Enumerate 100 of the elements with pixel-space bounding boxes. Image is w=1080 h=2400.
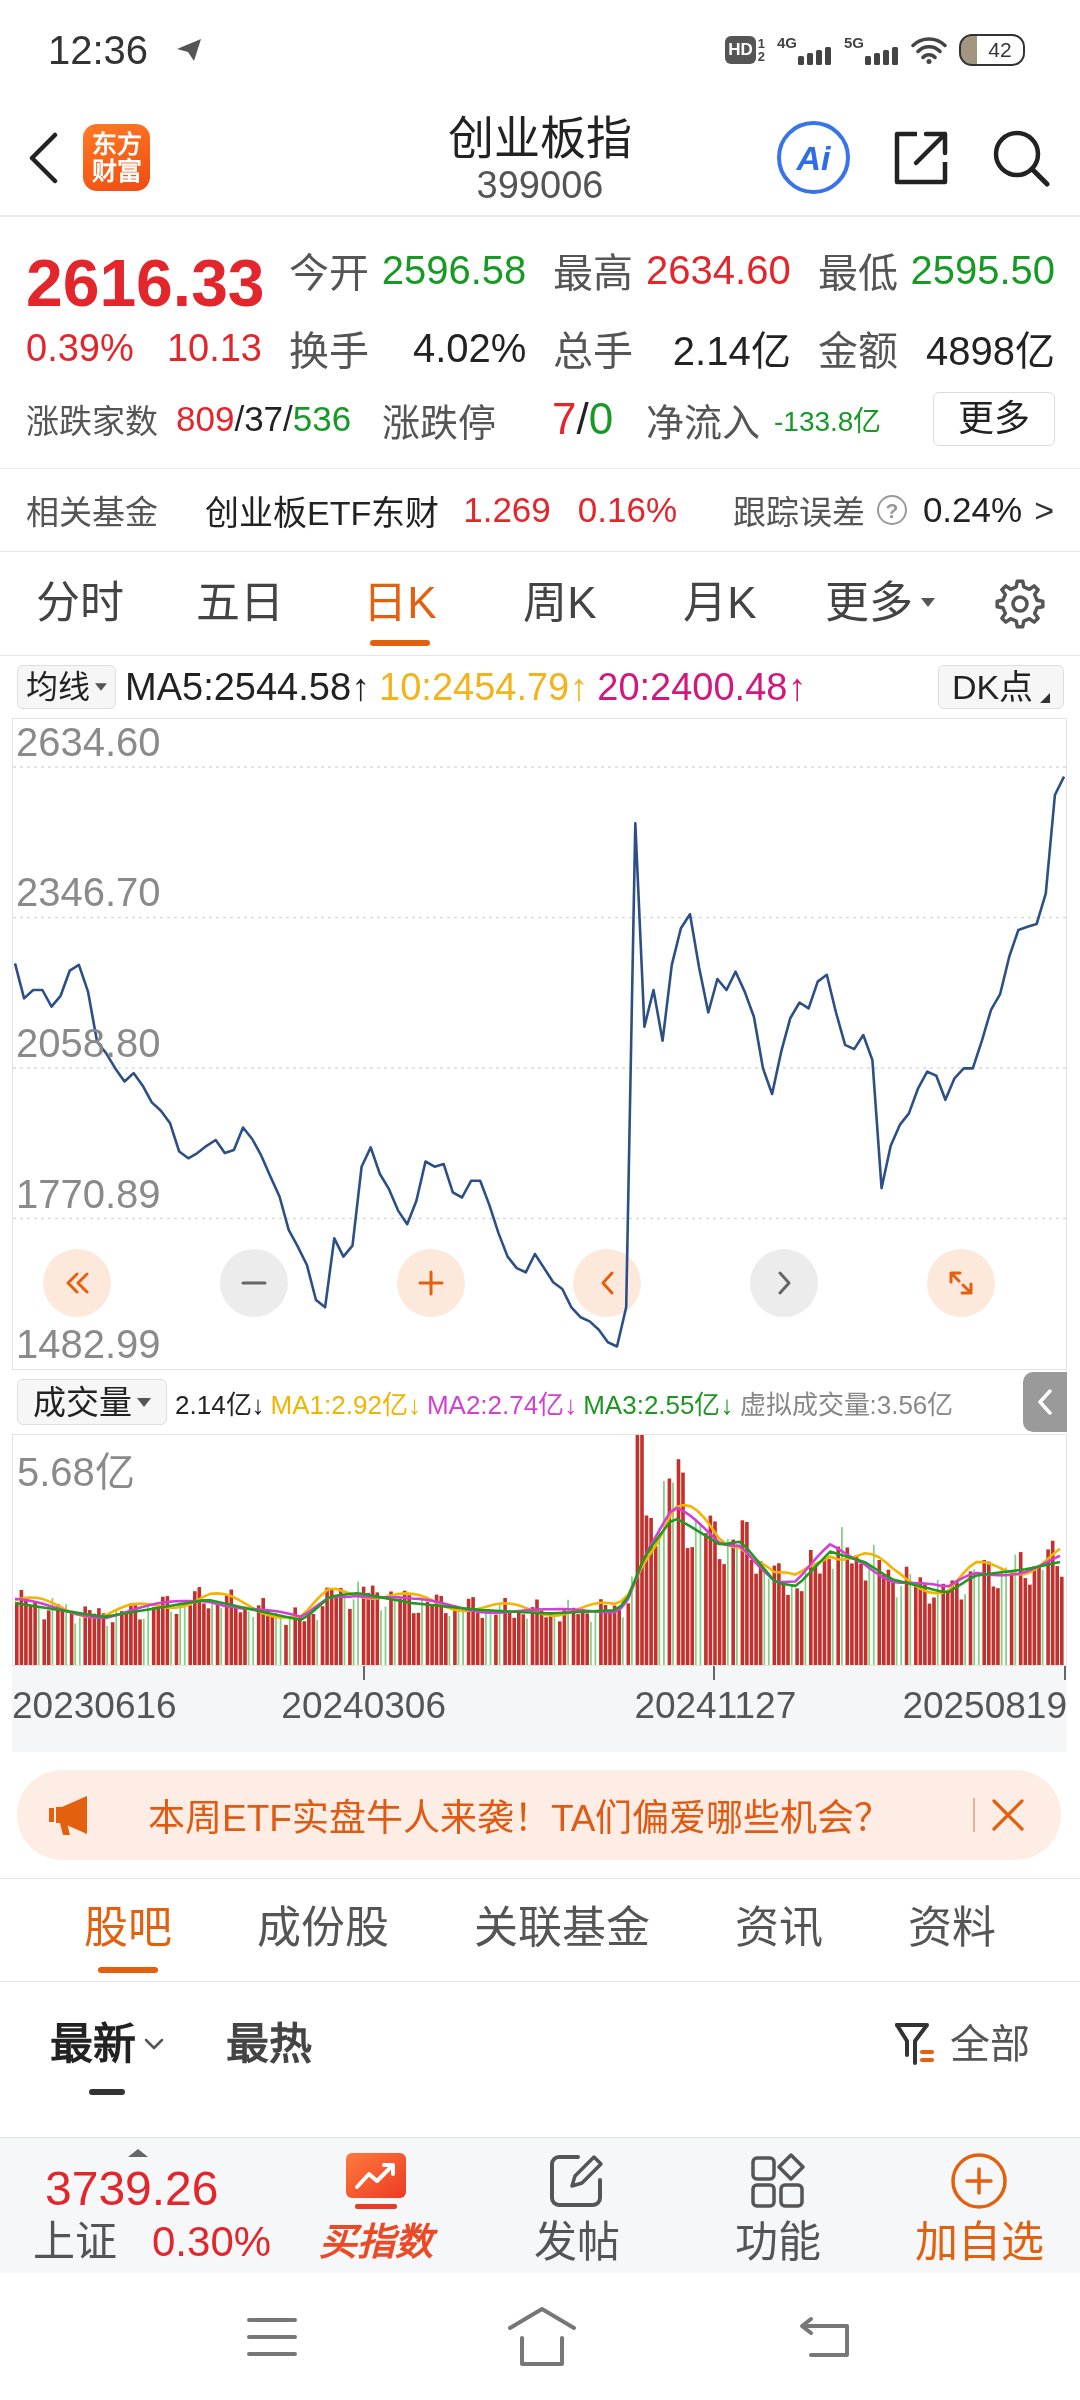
buy-index-button[interactable]: 买指数 bbox=[275, 2138, 477, 2273]
status-time: 12:36 bbox=[48, 27, 149, 73]
net-inflow-label: 净流入 bbox=[646, 400, 760, 446]
stat-label: 最高 bbox=[553, 250, 634, 297]
wifi-icon bbox=[911, 36, 947, 64]
banner-text: 本周ETF实盘牛人来袭！TA们偏爱哪些机会？ bbox=[148, 1797, 893, 1841]
limit-counts: 7/0 bbox=[552, 394, 614, 444]
stat-label: 总手 bbox=[553, 328, 634, 375]
stat-value: 4898亿 bbox=[926, 328, 1055, 375]
battery-indicator: 42 bbox=[959, 34, 1025, 66]
section-tab[interactable]: 资讯 bbox=[735, 1879, 823, 1981]
date-label: 20230616 bbox=[12, 1684, 177, 1728]
double-chevron-left-icon bbox=[65, 1272, 89, 1294]
volume-stat: MA2:2.74亿↓ bbox=[426, 1388, 578, 1421]
net-inflow-value: -133.8亿 bbox=[774, 405, 882, 439]
breadth-label: 涨跌家数 bbox=[26, 402, 158, 442]
chevron-left-icon bbox=[1038, 1389, 1052, 1415]
index-name: 上证 bbox=[33, 2218, 117, 2266]
chart-tab[interactable]: 五日 bbox=[160, 552, 320, 655]
chevron-left-icon bbox=[600, 1271, 614, 1295]
y-axis-label: 1482.99 bbox=[16, 1321, 161, 1367]
limit-label: 涨跌停 bbox=[382, 400, 496, 446]
close-icon[interactable] bbox=[991, 1798, 1025, 1832]
sort-option[interactable]: 最新 bbox=[50, 2020, 164, 2095]
caret-down-icon bbox=[137, 1397, 151, 1407]
volume-stat: 虚拟成交量:3.56亿 bbox=[739, 1388, 954, 1421]
volume-selector[interactable]: 成交量 bbox=[17, 1379, 167, 1425]
moving-average-value: MA5:2544.58↑ bbox=[125, 665, 371, 709]
stat-value: 2595.50 bbox=[910, 247, 1055, 293]
more-button[interactable]: 更多 bbox=[933, 392, 1055, 446]
stat-value: 2634.60 bbox=[646, 247, 791, 293]
app-logo: 东方 财富 bbox=[83, 124, 150, 191]
plus-circle-icon bbox=[950, 2152, 1009, 2210]
caret-down-icon bbox=[95, 683, 107, 691]
date-label: 20240306 bbox=[281, 1684, 446, 1728]
functions-button[interactable]: 功能 bbox=[677, 2138, 879, 2273]
network-type-label: 4G bbox=[776, 35, 797, 50]
stat-label: 金额 bbox=[817, 328, 898, 375]
stat-value: 2596.58 bbox=[381, 247, 527, 293]
chart-tab[interactable]: 日K bbox=[320, 552, 480, 655]
moving-average-value: 20:2400.48↑ bbox=[597, 665, 807, 709]
chart-tab[interactable]: 周K bbox=[480, 552, 640, 655]
trend-chart-icon bbox=[344, 2152, 407, 2210]
chart-tab[interactable]: 分时 bbox=[0, 552, 160, 655]
indicator-selector[interactable]: 均线 bbox=[17, 665, 116, 709]
volume-stat: 2.14亿↓ bbox=[175, 1388, 265, 1421]
y-axis-label: 2634.60 bbox=[16, 719, 161, 765]
chart-tab[interactable]: 月K bbox=[640, 552, 800, 655]
signal-bars-icon bbox=[798, 45, 832, 65]
caret-up-icon bbox=[128, 2149, 148, 2157]
page-title: 创业板指 bbox=[448, 111, 632, 164]
post-button[interactable]: 发帖 bbox=[476, 2138, 678, 2273]
app-grid-icon bbox=[750, 2153, 807, 2209]
dk-point-button[interactable]: DK点 bbox=[938, 665, 1064, 709]
section-tab[interactable]: 资料 bbox=[908, 1879, 996, 1981]
section-tab[interactable]: 成份股 bbox=[257, 1879, 389, 1981]
more-arrow[interactable]: > bbox=[1034, 490, 1054, 530]
fund-price: 1.269 bbox=[463, 490, 551, 530]
signal-bars-icon bbox=[865, 45, 899, 65]
search-icon[interactable] bbox=[992, 128, 1050, 187]
tracking-error-value: 0.24% bbox=[922, 490, 1023, 530]
chevron-right-icon bbox=[777, 1271, 791, 1295]
volume-stat: MA3:2.55亿↓ bbox=[583, 1388, 734, 1421]
related-fund-label: 相关基金 bbox=[26, 493, 158, 533]
last-price: 2616.33 bbox=[26, 250, 262, 316]
expand-icon bbox=[949, 1271, 973, 1295]
date-label: 20241127 bbox=[634, 1684, 797, 1728]
minus-icon bbox=[240, 1281, 267, 1285]
breadth-counts: 809/37/536 bbox=[176, 399, 352, 439]
network-type-label: 5G bbox=[844, 35, 864, 50]
previous-button[interactable] bbox=[573, 1249, 642, 1317]
home-icon[interactable] bbox=[507, 2305, 577, 2368]
corner-caret-icon bbox=[1040, 693, 1051, 703]
collapse-tab[interactable] bbox=[1023, 1372, 1067, 1432]
filter-button[interactable]: 全部 bbox=[894, 2020, 1030, 2068]
edit-icon bbox=[547, 2153, 606, 2209]
settings-icon[interactable] bbox=[994, 577, 1046, 630]
fund-name[interactable]: 创业板ETF东财 bbox=[205, 485, 440, 535]
back-icon[interactable] bbox=[27, 131, 59, 184]
chart-tab[interactable]: 更多 bbox=[800, 552, 960, 655]
sort-option[interactable]: 最热 bbox=[226, 2020, 312, 2095]
moving-average-value: 10:2454.79↑ bbox=[379, 665, 589, 709]
index-value: 3739.26 bbox=[45, 2163, 220, 2215]
change-amount: 10.13 bbox=[166, 326, 262, 370]
y-axis-label: 2346.70 bbox=[16, 869, 161, 915]
tracking-error-label: 跟踪误差 bbox=[732, 493, 865, 533]
fund-change: 0.16% bbox=[577, 490, 678, 530]
y-axis-label: 1770.89 bbox=[16, 1171, 161, 1217]
section-tab[interactable]: 股吧 bbox=[84, 1879, 172, 1981]
stat-label: 今开 bbox=[289, 250, 369, 297]
menu-icon[interactable] bbox=[247, 2316, 297, 2357]
date-label: 20250819 bbox=[902, 1684, 1067, 1728]
stat-value: 2.14亿 bbox=[672, 328, 791, 375]
stock-code: 399006 bbox=[476, 163, 604, 206]
change-percent: 0.39% bbox=[26, 326, 134, 370]
stat-label: 最低 bbox=[817, 250, 898, 297]
filter-icon bbox=[894, 2021, 936, 2067]
ai-button[interactable]: Ai bbox=[777, 121, 850, 194]
section-tab[interactable]: 关联基金 bbox=[474, 1879, 650, 1981]
stat-value: 4.02% bbox=[412, 325, 527, 371]
